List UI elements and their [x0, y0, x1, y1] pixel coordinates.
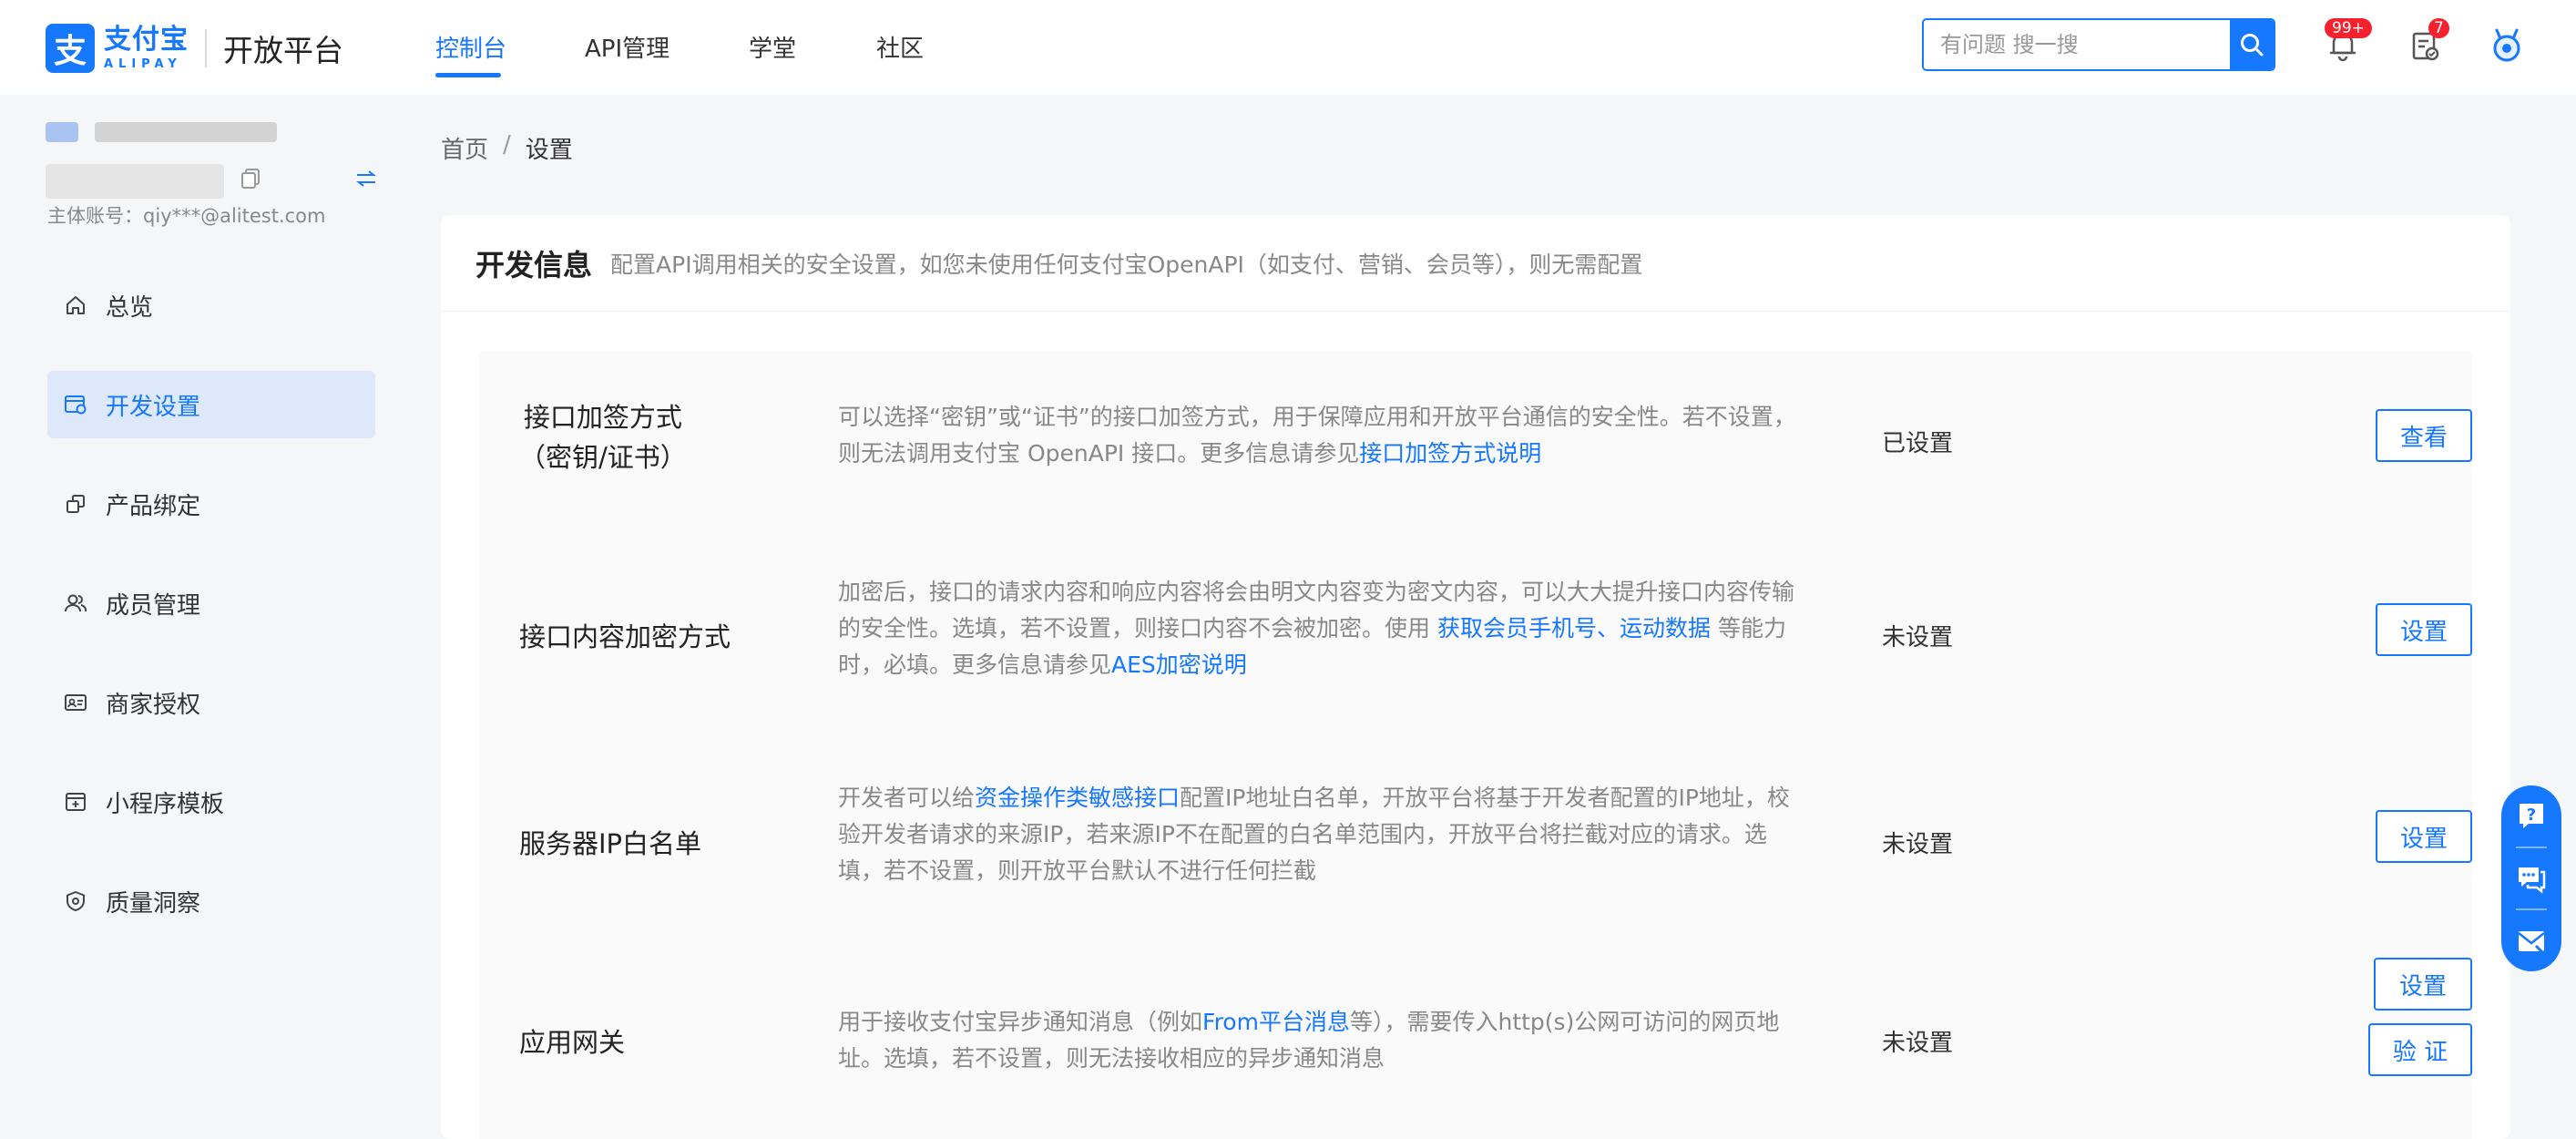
miniapp-template-icon — [64, 790, 87, 814]
nav-tab-api[interactable]: API管理 — [585, 30, 670, 64]
verify-gateway-button[interactable]: 验 证 — [2368, 1023, 2472, 1076]
quality-shield-icon — [64, 889, 87, 913]
float-divider — [2516, 908, 2547, 911]
setting-status: 未设置 — [1882, 624, 1954, 652]
sensitive-api-link[interactable]: 资金操作类敏感接口 — [975, 785, 1180, 811]
floating-help-bar: ? — [2501, 785, 2561, 971]
nav-tab-community[interactable]: 社区 — [876, 30, 924, 64]
sidebar-item-miniapp-template[interactable]: 小程序模板 — [47, 768, 375, 836]
setting-row-signing: 接口加签方式 （密钥/证书） 可以选择“密钥”或“证书”的接口加签方式，用于保障… — [479, 352, 2472, 534]
setting-row-ip-whitelist: 服务器IP白名单 开发者可以给资金操作类敏感接口配置IP地址白名单，开放平台将基… — [479, 744, 2472, 944]
logo-en-text: ALIPAY — [104, 57, 182, 71]
notification-button[interactable]: 99+ — [2321, 18, 2372, 67]
nav-tab-academy[interactable]: 学堂 — [749, 30, 796, 64]
user-avatar[interactable] — [2485, 24, 2529, 67]
nav-active-indicator — [435, 73, 501, 77]
member-phone-link[interactable]: 获取会员手机号 — [1437, 615, 1597, 641]
help-question-button[interactable]: ? — [2513, 797, 2550, 834]
chat-icon — [2519, 867, 2546, 894]
feedback-mail-icon — [2518, 930, 2545, 954]
breadcrumb-home[interactable]: 首页 — [441, 131, 488, 165]
view-signing-button[interactable]: 查看 — [2376, 409, 2472, 462]
set-ip-whitelist-button[interactable]: 设置 — [2376, 810, 2472, 863]
sidebar-item-label: 小程序模板 — [106, 790, 225, 818]
sidebar-item-dev-settings[interactable]: 开发设置 — [47, 371, 375, 438]
setting-description: 用于接收支付宝异步通知消息（例如From平台消息等），需要传入http(s)公网… — [838, 1009, 1780, 1072]
setting-label: 应用网关 — [519, 1027, 626, 1058]
sidebar-item-product-binding[interactable]: 产品绑定 — [47, 470, 375, 538]
set-encryption-button[interactable]: 设置 — [2376, 603, 2472, 656]
sport-data-link[interactable]: 运动数据 — [1620, 615, 1711, 641]
breadcrumb: 首页 / 设置 — [441, 131, 573, 165]
blurred-app-name — [95, 122, 277, 142]
chat-button[interactable] — [2513, 860, 2550, 897]
switch-app-icon[interactable] — [355, 169, 377, 191]
search-box — [1922, 18, 2275, 71]
sidebar-item-label: 产品绑定 — [106, 492, 201, 520]
feedback-button[interactable] — [2513, 923, 2550, 959]
from-platform-msg-link[interactable]: From平台消息 — [1202, 1009, 1350, 1035]
nav-tab-console[interactable]: 控制台 — [435, 30, 506, 64]
sidebar-item-label: 质量洞察 — [106, 889, 201, 918]
card-title: 开发信息 — [475, 247, 593, 282]
setting-row-gateway: 应用网关 用于接收支付宝异步通知消息（例如From平台消息等），需要传入http… — [479, 944, 2472, 1139]
setting-row-encryption: 接口内容加密方式 加密后，接口的请求内容和响应内容将会由明文内容变为密文内容，可… — [479, 534, 2472, 744]
dev-settings-icon — [64, 393, 87, 416]
setting-status: 已设置 — [1882, 430, 1954, 457]
blurred-app-id — [46, 164, 224, 199]
tasks-button[interactable]: 7 — [2403, 18, 2449, 67]
search-button[interactable] — [2230, 20, 2274, 69]
search-icon — [2241, 34, 2264, 56]
brand-logo[interactable]: 支 支付宝 ALIPAY 开放平台 — [46, 24, 343, 73]
alipay-logo-icon: 支 — [46, 24, 95, 73]
notification-badge: 99+ — [2325, 18, 2372, 38]
settings-list: 接口加签方式 （密钥/证书） 可以选择“密钥”或“证书”的接口加签方式，用于保障… — [479, 352, 2472, 1139]
setting-description: 加密后，接口的请求内容和响应内容将会由明文内容变为密文内容，可以大大提升接口内容… — [838, 579, 1795, 678]
tasks-badge: 7 — [2428, 18, 2449, 38]
logo-cn-text: 支付宝 — [104, 24, 189, 56]
setting-description: 可以选择“密钥”或“证书”的接口加签方式，用于保障应用和开放平台通信的安全性。若… — [838, 404, 1796, 467]
signing-method-doc-link[interactable]: 接口加签方式说明 — [1359, 440, 1541, 467]
setting-label: 接口内容加密方式 — [519, 621, 731, 652]
float-divider — [2516, 846, 2547, 848]
sidebar-item-label: 成员管理 — [106, 591, 201, 620]
avatar-icon — [2493, 28, 2520, 62]
sidebar-item-merchant-auth[interactable]: 商家授权 — [47, 669, 375, 736]
copy-icon[interactable] — [240, 168, 261, 193]
setting-label: 服务器IP白名单 — [519, 828, 702, 859]
card-header: 开发信息 配置API调用相关的安全设置，如您未使用任何支付宝OpenAPI（如支… — [441, 215, 2510, 312]
card-description: 配置API调用相关的安全设置，如您未使用任何支付宝OpenAPI（如支付、营销、… — [610, 251, 1643, 278]
sidebar-item-overview[interactable]: 总览 — [47, 272, 375, 339]
home-icon — [64, 293, 87, 317]
aes-doc-link[interactable]: AES加密说明 — [1111, 652, 1247, 678]
breadcrumb-current: 设置 — [525, 137, 573, 164]
breadcrumb-separator: / — [503, 131, 511, 159]
search-input[interactable] — [1924, 20, 2230, 69]
setting-status: 未设置 — [1882, 1030, 1954, 1057]
merchant-auth-icon — [64, 691, 87, 714]
members-icon — [64, 591, 87, 615]
logo-divider — [205, 29, 207, 67]
set-gateway-button[interactable]: 设置 — [2374, 958, 2472, 1011]
platform-title: 开放平台 — [223, 33, 343, 68]
svg-text:?: ? — [2527, 806, 2536, 825]
sidebar-item-members[interactable]: 成员管理 — [47, 570, 375, 637]
blurred-app-icon — [46, 122, 78, 142]
sidebar-item-quality-insight[interactable]: 质量洞察 — [47, 867, 375, 935]
product-bind-icon — [64, 492, 87, 516]
question-icon: ? — [2520, 804, 2543, 829]
sidebar-item-label: 总览 — [106, 293, 154, 322]
main-account-label: 主体账号：qiy***@alitest.com — [47, 205, 326, 227]
sidebar-item-label: 开发设置 — [106, 393, 201, 421]
setting-status: 未设置 — [1882, 831, 1954, 858]
dev-info-card: 开发信息 配置API调用相关的安全设置，如您未使用任何支付宝OpenAPI（如支… — [441, 215, 2510, 1139]
sidebar-item-label: 商家授权 — [106, 691, 201, 719]
setting-description: 开发者可以给资金操作类敏感接口配置IP地址白名单，开放平台将基于开发者配置的IP… — [838, 785, 1790, 884]
setting-label: 接口加签方式 （密钥/证书） — [519, 402, 687, 473]
top-navigation: 支 支付宝 ALIPAY 开放平台 控制台 API管理 学堂 社区 99+ — [0, 0, 2576, 95]
